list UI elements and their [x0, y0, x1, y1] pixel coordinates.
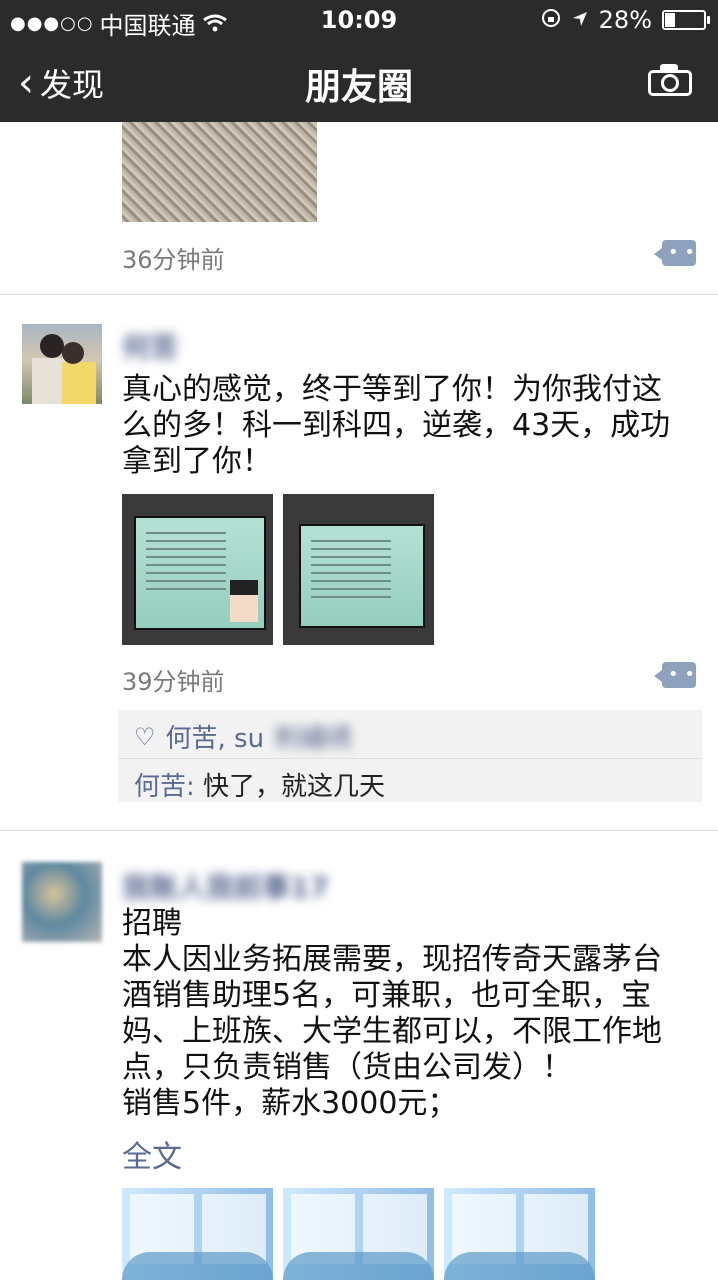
likes-comments-box: ♡ 何苦, su 刺繡绣 何苦: 快了，就这几天 [118, 710, 702, 802]
post-text: 真心的感觉，终于等到了你！为你我付这 么的多！科一到科四，逆袭，43天，成功 拿… [122, 372, 670, 480]
post-text-line: 销售5件，薪水3000元； [122, 1086, 458, 1121]
post-photo[interactable] [122, 494, 273, 645]
post-photo[interactable] [444, 1188, 595, 1280]
camera-icon[interactable] [648, 62, 692, 96]
post-text-line: 么的多！科一到科四，逆袭，43天，成功 [122, 408, 671, 443]
post-time: 39分钟前 [122, 668, 225, 696]
comment-row[interactable]: 何苦: 快了，就这几天 [134, 766, 385, 803]
post-text-line: 妈、上班族、大学生都可以，不限工作地 [122, 1014, 662, 1049]
rotation-lock-icon [541, 6, 561, 34]
location-arrow-icon [571, 6, 589, 34]
post-text-line: 酒销售助理5名，可兼职，也可全职，宝 [122, 978, 652, 1013]
likes-names[interactable]: 何苦, su [166, 718, 265, 755]
status-bar: ●●●○○ 中国联通 10:09 28% [0, 0, 718, 40]
post-text-line: 本人因业务拓展需要，现招传奇天露茅台 [122, 942, 662, 977]
nav-bar: ‹ 发现 朋友圈 [0, 40, 718, 122]
post-photo[interactable] [122, 1188, 273, 1280]
moments-feed[interactable]: 36分钟前 何苦 真心的感觉，终于等到了你！为你我付这 么的多！科一到科四，逆袭… [0, 122, 718, 1280]
post-divider [0, 294, 718, 295]
likes-divider [118, 758, 702, 759]
username[interactable]: 何苦 [122, 326, 178, 366]
username[interactable]: 我账人我前事17 [122, 866, 329, 906]
likes-names-blurred[interactable]: 刺繡绣 [274, 718, 352, 755]
post-image[interactable] [122, 122, 317, 222]
comment-icon[interactable] [654, 240, 696, 266]
post-text-line: 拿到了你！ [122, 444, 272, 479]
comment-icon[interactable] [654, 662, 696, 688]
full-text-link[interactable]: 全文 [122, 1132, 182, 1176]
post-text: 招聘 本人因业务拓展需要，现招传奇天露茅台 酒销售助理5名，可兼职，也可全职，宝… [122, 906, 662, 1122]
comment-text: 快了，就这几天 [203, 772, 386, 802]
post-photo[interactable] [283, 494, 434, 645]
battery-icon [662, 10, 710, 30]
likes-row: ♡ 何苦, su 刺繡绣 [134, 718, 352, 755]
post-time: 36分钟前 [122, 246, 225, 274]
heart-icon: ♡ [134, 722, 156, 751]
battery-percentage: 28% [598, 6, 652, 34]
comment-author[interactable]: 何苦: [134, 772, 195, 802]
avatar[interactable] [22, 324, 102, 404]
post-text-line: 点，只负责销售（货由公司发）！ [122, 1050, 572, 1085]
page-title: 朋友圈 [304, 67, 413, 108]
post-text-line: 招聘 [122, 906, 182, 941]
post-text-line: 真心的感觉，终于等到了你！为你我付这 [122, 372, 662, 407]
post-divider [0, 830, 718, 831]
post-photo[interactable] [283, 1188, 434, 1280]
avatar[interactable] [22, 862, 102, 942]
